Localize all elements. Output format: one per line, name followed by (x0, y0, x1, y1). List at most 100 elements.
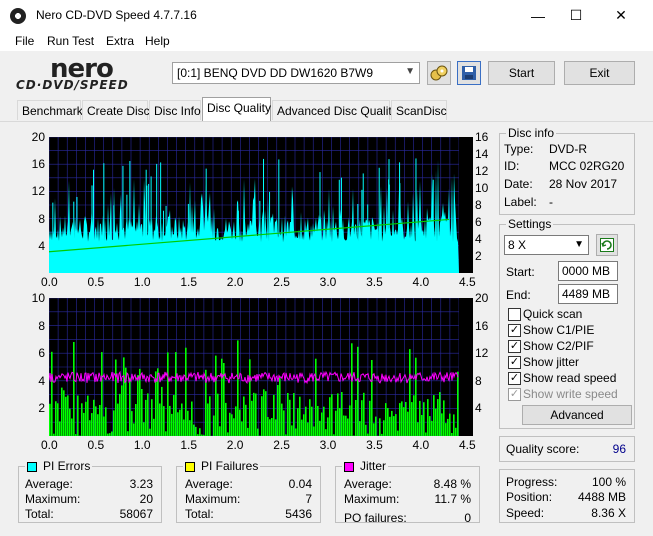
pi-failures-bar (171, 413, 173, 436)
jitter-line (49, 370, 459, 385)
pi-failures-legend-swatch (185, 462, 195, 472)
pi-failures-bar (405, 402, 407, 436)
pi-failures-bar (63, 390, 65, 436)
start-button[interactable]: Start (488, 61, 555, 85)
pi-failures-bar (69, 408, 71, 436)
pi-failures-bar (197, 434, 199, 436)
tab-advanced-disc-quality[interactable]: Advanced Disc Quality (272, 100, 398, 120)
menu-run-test[interactable]: Run Test (47, 34, 94, 48)
disc-label-label: Label: (504, 195, 537, 209)
pi-failures-bar (219, 426, 221, 436)
drive-select[interactable]: [0:1] BENQ DVD DD DW1620 B7W9 ▼ (172, 62, 420, 84)
checkbox-show-c2-pif[interactable]: ✓ (508, 340, 521, 353)
pi-failures-bar (129, 377, 131, 436)
pi-failures-bar (433, 395, 435, 436)
checkbox-show-read-speed[interactable]: ✓ (508, 372, 521, 385)
quality-score-label: Quality score: (506, 442, 580, 456)
pi-failures-bar (457, 371, 459, 436)
disc-label-value: - (549, 195, 553, 209)
pi-failures-bar (209, 396, 211, 436)
x-tick-label: 1.5 (180, 438, 198, 452)
pi-failures-bar (269, 419, 271, 436)
pi-failures-total-label: Total: (185, 507, 214, 521)
refresh-speed-icon[interactable] (596, 234, 618, 256)
pi-failures-bar (307, 422, 309, 436)
checkbox-show-jitter[interactable]: ✓ (508, 356, 521, 369)
pi-failures-bar (245, 404, 247, 436)
pi-failures-bar (303, 414, 305, 436)
checkbox-show-c1-pie[interactable]: ✓ (508, 324, 521, 337)
x-tick-label: 4.0 (412, 438, 430, 452)
pi-failures-bar (239, 409, 241, 436)
pi-errors-chart (49, 137, 473, 273)
pi-failures-bar (175, 352, 177, 436)
pi-failures-bar (243, 396, 245, 436)
pi-failures-max-value: 7 (305, 492, 312, 506)
y-left-tick-label: 4 (38, 238, 45, 253)
x-tick-label: 4.5 (459, 438, 476, 452)
tab-disc-quality[interactable]: Disc Quality (202, 97, 271, 121)
pi-failures-bar (223, 363, 225, 436)
pi-failures-bar (413, 395, 415, 436)
app-disc-icon (10, 8, 26, 24)
y-right-tick-label: 8 (475, 198, 482, 212)
end-field[interactable]: 4489 MB (558, 284, 618, 304)
y-left-tick-label: 2 (38, 401, 45, 416)
pi-failures-bar (247, 427, 249, 436)
y-left-tick-label: 16 (31, 157, 45, 172)
pi-failures-bar (53, 433, 55, 436)
pi-failures-bar (169, 405, 171, 436)
y-right-tick-label: 10 (475, 181, 489, 195)
pi-failures-bar (193, 424, 195, 436)
y-left-tick-label: 6 (38, 346, 45, 361)
pi-errors-series (49, 159, 459, 273)
pi-failures-bar (229, 412, 231, 436)
x-tick-label: 3.5 (366, 275, 383, 289)
pi-failures-bar (285, 434, 287, 436)
x-tick-label: 0.0 (41, 438, 58, 452)
po-failures-label: PO failures: (344, 511, 407, 525)
pi-failures-bar (89, 420, 91, 436)
pi-failures-bar (235, 406, 237, 436)
pi-failures-bar (257, 428, 259, 436)
exit-button[interactable]: Exit (564, 61, 635, 85)
menu-help[interactable]: Help (145, 34, 170, 48)
y-right-tick-label: 8 (475, 373, 482, 388)
pi-failures-bar (93, 399, 95, 436)
pi-failures-max-label: Maximum: (185, 492, 241, 506)
pi-failures-bar (365, 424, 367, 436)
tab-strip: Benchmark Create Disc Disc Info Disc Qua… (0, 97, 653, 121)
jitter-avg-label: Average: (344, 477, 392, 491)
pi-failures-bar (277, 385, 279, 436)
eject-swap-icon[interactable] (427, 61, 451, 85)
tab-scandisc[interactable]: ScanDisc (391, 100, 447, 120)
pi-failures-bar (399, 403, 401, 436)
pi-failures-bar (173, 395, 175, 436)
close-button[interactable]: ✕ (598, 0, 644, 31)
pi-failures-bar (127, 431, 129, 436)
menu-file[interactable]: File (15, 34, 34, 48)
pi-failures-bar (367, 433, 369, 436)
save-icon[interactable] (457, 61, 481, 85)
advanced-button[interactable]: Advanced (522, 405, 632, 425)
x-tick-label: 4.5 (459, 275, 476, 289)
pi-failures-bar (261, 396, 263, 436)
checkbox-label: Quick scan (523, 307, 583, 321)
pi-failures-bar (301, 419, 303, 436)
tab-create-disc[interactable]: Create Disc (82, 100, 150, 120)
pi-failures-bar (393, 416, 395, 436)
po-failures-value: 0 (464, 511, 471, 525)
pi-failures-bar (299, 396, 301, 436)
tab-benchmark[interactable]: Benchmark (17, 100, 83, 120)
menu-extra[interactable]: Extra (106, 34, 134, 48)
pi-failures-bar (191, 401, 193, 436)
pi-failures-bar (115, 359, 117, 436)
checkbox-quick-scan[interactable] (508, 308, 521, 321)
maximize-button[interactable]: ☐ (553, 0, 599, 31)
start-field[interactable]: 0000 MB (558, 261, 618, 281)
y-right-tick-label: 12 (475, 164, 489, 178)
speed-select[interactable]: 8 X ▼ (504, 235, 589, 255)
tab-disc-info[interactable]: Disc Info (149, 100, 201, 120)
pi-failures-bar (375, 416, 377, 436)
pi-failures-bar (103, 416, 105, 436)
